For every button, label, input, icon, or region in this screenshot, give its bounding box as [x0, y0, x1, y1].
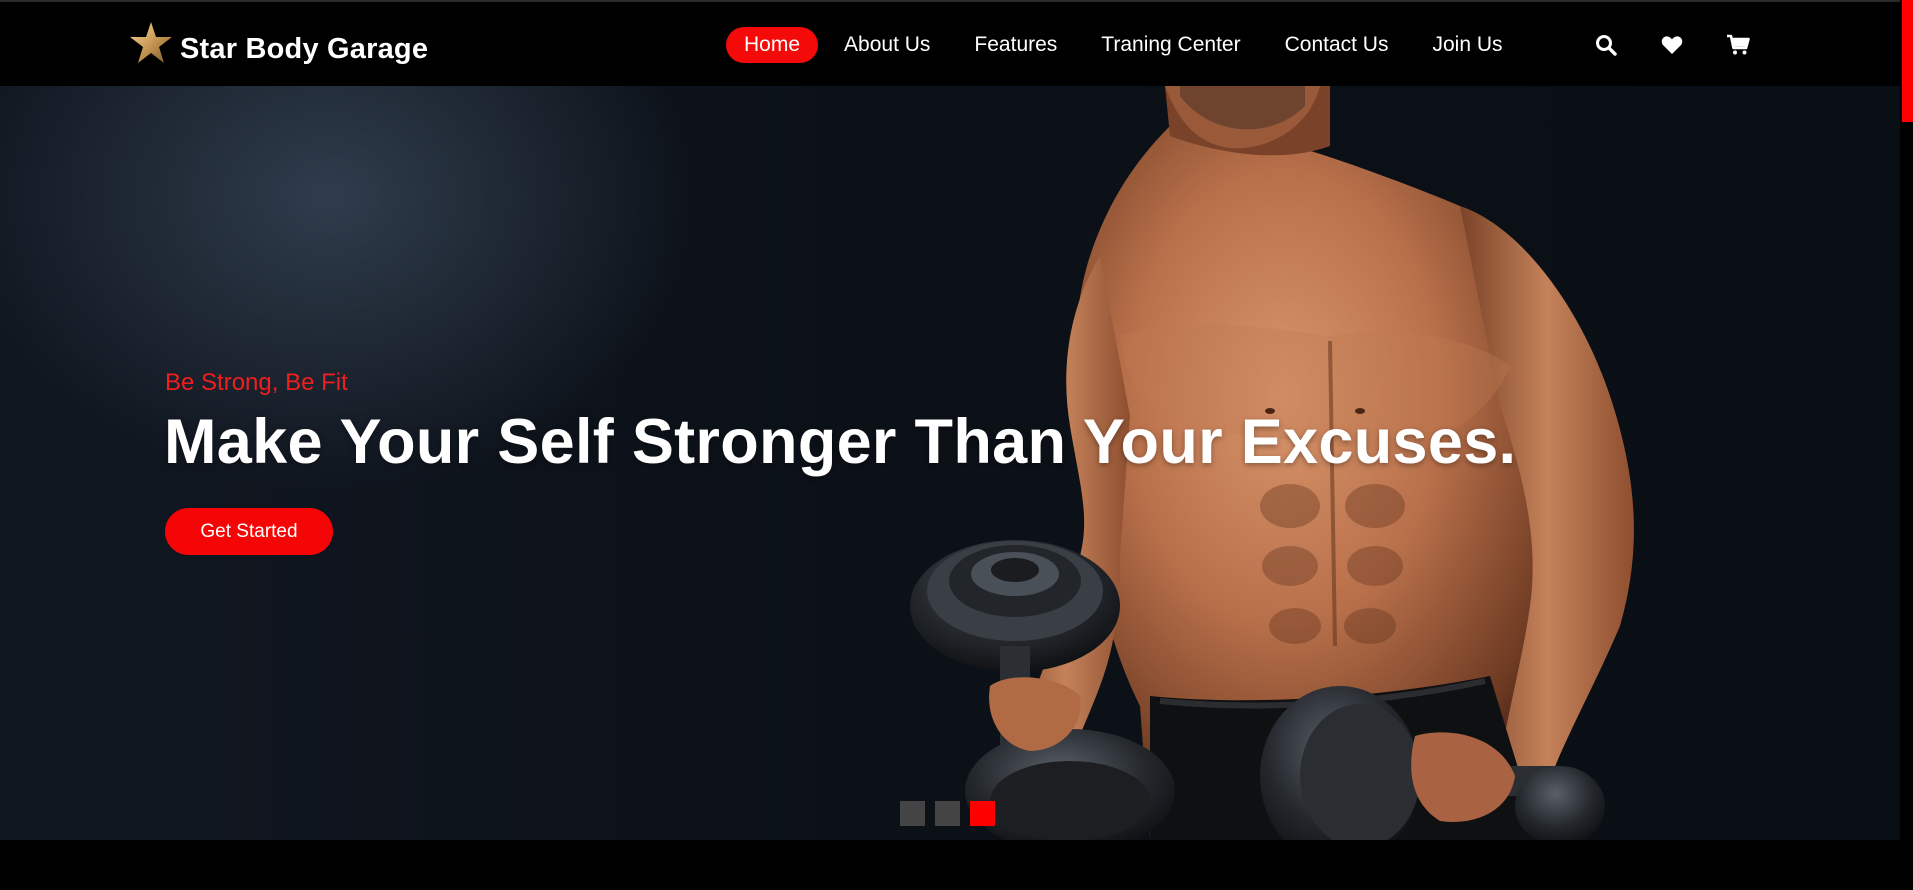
- hero-headline: Make Your Self Stronger Than Your Excuse…: [164, 407, 1517, 477]
- hero-tagline: Be Strong, Be Fit: [165, 369, 348, 396]
- main-nav: Home About Us Features Traning Center Co…: [726, 27, 1521, 63]
- scrollbar-track[interactable]: [1900, 0, 1913, 890]
- nav-features[interactable]: Features: [956, 27, 1075, 63]
- nav-contact-us[interactable]: Contact Us: [1267, 27, 1407, 63]
- nav-home[interactable]: Home: [726, 27, 819, 63]
- top-navbar: Star Body Garage Home About Us Features …: [0, 0, 1900, 86]
- slider-pagination: [900, 801, 995, 826]
- slide-dot-1[interactable]: [900, 801, 925, 826]
- header-actions: [1594, 32, 1750, 58]
- brand-logo[interactable]: Star Body Garage: [128, 20, 428, 66]
- scrollbar-thumb[interactable]: [1902, 0, 1913, 122]
- search-icon[interactable]: [1594, 32, 1618, 58]
- slide-dot-3[interactable]: [970, 801, 995, 826]
- page: Star Body Garage Home About Us Features …: [0, 0, 1913, 890]
- nav-about-us[interactable]: About Us: [826, 27, 948, 63]
- hero-slider: Be Strong, Be Fit Make Your Self Stronge…: [0, 86, 1900, 840]
- cart-icon[interactable]: [1726, 32, 1750, 58]
- nav-training-center[interactable]: Traning Center: [1083, 27, 1258, 63]
- get-started-button[interactable]: Get Started: [165, 508, 333, 555]
- brand-name: Star Body Garage: [180, 32, 429, 65]
- nav-join-us[interactable]: Join Us: [1414, 27, 1520, 63]
- star-logo-icon: [130, 22, 172, 63]
- slide-dot-2[interactable]: [935, 801, 960, 826]
- heart-icon[interactable]: [1660, 32, 1684, 58]
